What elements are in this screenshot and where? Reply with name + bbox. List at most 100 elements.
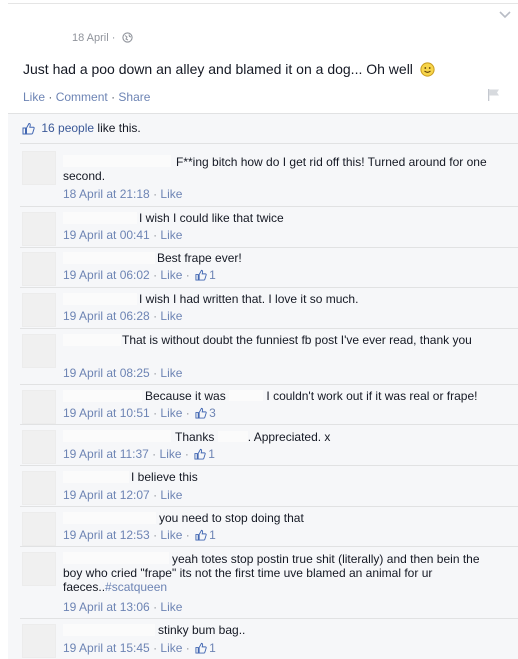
comment-line: yeah totes stop postin true shit (litera… — [172, 552, 480, 566]
top-divider — [8, 3, 518, 4]
comment-divider — [20, 206, 518, 207]
comment-timestamp[interactable]: 19 April at 08:25 — [63, 366, 150, 380]
avatar[interactable] — [22, 624, 56, 658]
likes-count-link[interactable]: 16 people — [41, 121, 94, 135]
comment-like-button[interactable]: Like — [160, 309, 182, 323]
comment-like-button[interactable]: Like — [160, 528, 182, 542]
comment-like-button[interactable]: Like — [160, 406, 182, 420]
redacted-mention — [217, 431, 248, 442]
redacted-mention — [229, 390, 264, 401]
comment-timestamp[interactable]: 18 April at 21:18 — [63, 187, 150, 201]
comment-like-button[interactable]: Like — [160, 488, 182, 502]
avatar[interactable] — [22, 552, 56, 586]
comment-line: you need to stop doing that — [159, 511, 304, 525]
comment-divider — [20, 247, 518, 248]
like-button[interactable]: Like — [23, 90, 45, 104]
flag-icon[interactable] — [486, 88, 502, 102]
comment-meta: 18 April at 21:18 · Like — [63, 187, 183, 201]
comment-timestamp[interactable]: 19 April at 10:51 — [63, 406, 150, 420]
comment-text: I wish I had written that. I love it so … — [63, 292, 493, 306]
comment-like-button[interactable]: Like — [160, 600, 182, 614]
comment-line: F**ing bitch how do I get rid off this! … — [176, 155, 487, 169]
comment-text: That is without doubt the funniest fb po… — [63, 333, 493, 347]
comment-line: stinky bum bag.. — [158, 623, 246, 637]
comment-text: yeah totes stop postin true shit (litera… — [63, 552, 503, 594]
avatar[interactable] — [22, 212, 56, 246]
comment-timestamp[interactable]: 19 April at 00:41 — [63, 228, 150, 242]
comment-timestamp[interactable]: 19 April at 06:02 — [63, 268, 150, 282]
avatar[interactable] — [22, 151, 56, 185]
comment-divider — [20, 328, 518, 329]
comment-text: Best frape ever! — [63, 251, 493, 265]
comment-divider — [20, 506, 518, 507]
comment-like-button[interactable]: Like — [160, 187, 182, 201]
globe-icon[interactable] — [121, 32, 133, 43]
comment-timestamp[interactable]: 19 April at 15:45 — [63, 641, 150, 655]
comment-timestamp[interactable]: 19 April at 11:37 — [63, 447, 149, 461]
likes-summary: 16 people like this. — [22, 121, 141, 135]
comment-meta: 19 April at 13:06 · Like — [63, 600, 183, 614]
comment-like-count[interactable]: 1 — [209, 528, 216, 542]
comment-line: Best frape ever! — [157, 251, 242, 265]
avatar[interactable] — [22, 430, 56, 464]
comment-timestamp[interactable]: 19 April at 12:53 — [63, 528, 150, 542]
comment-divider — [20, 465, 518, 466]
comment-like-count[interactable]: 1 — [208, 447, 215, 461]
comment-timestamp[interactable]: 19 April at 13:06 — [63, 600, 150, 614]
comment-text: stinky bum bag.. — [63, 623, 493, 637]
hashtag-link[interactable]: #scatqueen — [105, 580, 167, 594]
post-actions: Like · Comment · Share — [23, 90, 150, 104]
thumbs-up-icon — [195, 407, 207, 419]
post-date[interactable]: 18 April — [72, 32, 109, 44]
facebook-post: 18 April · Just had a poo down an alley … — [0, 0, 518, 659]
comment-meta: 19 April at 06:28 · Like — [63, 309, 183, 323]
thumbs-up-icon — [195, 269, 207, 281]
avatar[interactable] — [22, 252, 56, 286]
comment-line: Because it was — [145, 389, 226, 403]
comment-line: That is without doubt the funniest fb po… — [122, 333, 472, 347]
thumbs-up-icon — [195, 642, 207, 654]
avatar[interactable] — [22, 512, 56, 546]
comment-like-count[interactable]: 1 — [209, 268, 216, 282]
post-message: Just had a poo down an alley and blamed … — [23, 61, 435, 77]
comment-like-count[interactable]: 3 — [209, 406, 216, 420]
comment-divider — [20, 424, 518, 425]
comment-timestamp[interactable]: 19 April at 12:07 — [63, 488, 150, 502]
comment-line: I wish I had written that. I love it so … — [139, 292, 359, 306]
comment-meta: 19 April at 08:25 · Like — [63, 366, 183, 380]
comment-meta: 19 April at 10:51 · Like · 3 — [63, 406, 216, 420]
avatar[interactable] — [22, 390, 56, 424]
comment-like-button[interactable]: Like — [160, 268, 182, 282]
comment-text: Thanks . Appreciated. x — [63, 430, 493, 444]
post-text: Just had a poo down an alley and blamed … — [23, 61, 413, 77]
comment-meta: 19 April at 06:02 · Like · 1 — [63, 268, 216, 282]
post-meta: 18 April · — [72, 32, 133, 44]
comment-text: I believe this — [63, 470, 493, 484]
chevron-down-icon[interactable] — [497, 9, 513, 21]
comment-button[interactable]: Comment — [56, 90, 108, 104]
comment-like-button[interactable]: Like — [160, 447, 182, 461]
likes-suffix: like this. — [97, 121, 141, 135]
avatar[interactable] — [22, 293, 56, 327]
comment-like-count[interactable]: 1 — [209, 641, 216, 655]
comment-divider — [20, 618, 518, 619]
comment-text: F**ing bitch how do I get rid off this! … — [63, 155, 493, 183]
comment-timestamp[interactable]: 19 April at 06:28 — [63, 309, 150, 323]
avatar[interactable] — [22, 334, 56, 368]
comment-line: Thanks — [175, 430, 215, 444]
comment-text: you need to stop doing that — [63, 511, 493, 525]
comment-like-button[interactable]: Like — [160, 366, 182, 380]
avatar[interactable] — [22, 471, 56, 505]
comment-line: . Appreciated. x — [247, 430, 331, 444]
actions-separator: · — [111, 90, 116, 104]
comment-like-button[interactable]: Like — [160, 641, 182, 655]
share-button[interactable]: Share — [118, 90, 150, 104]
comment-line: I believe this — [131, 470, 198, 484]
comment-meta: 19 April at 00:41 · Like — [63, 228, 183, 242]
smiley-icon — [420, 62, 435, 77]
comment-line: second. — [63, 169, 106, 183]
comment-like-button[interactable]: Like — [160, 228, 182, 242]
comment-text: I wish I could like that twice — [63, 211, 493, 225]
comment-meta: 19 April at 12:53 · Like · 1 — [63, 528, 216, 542]
comment-divider — [20, 546, 518, 547]
